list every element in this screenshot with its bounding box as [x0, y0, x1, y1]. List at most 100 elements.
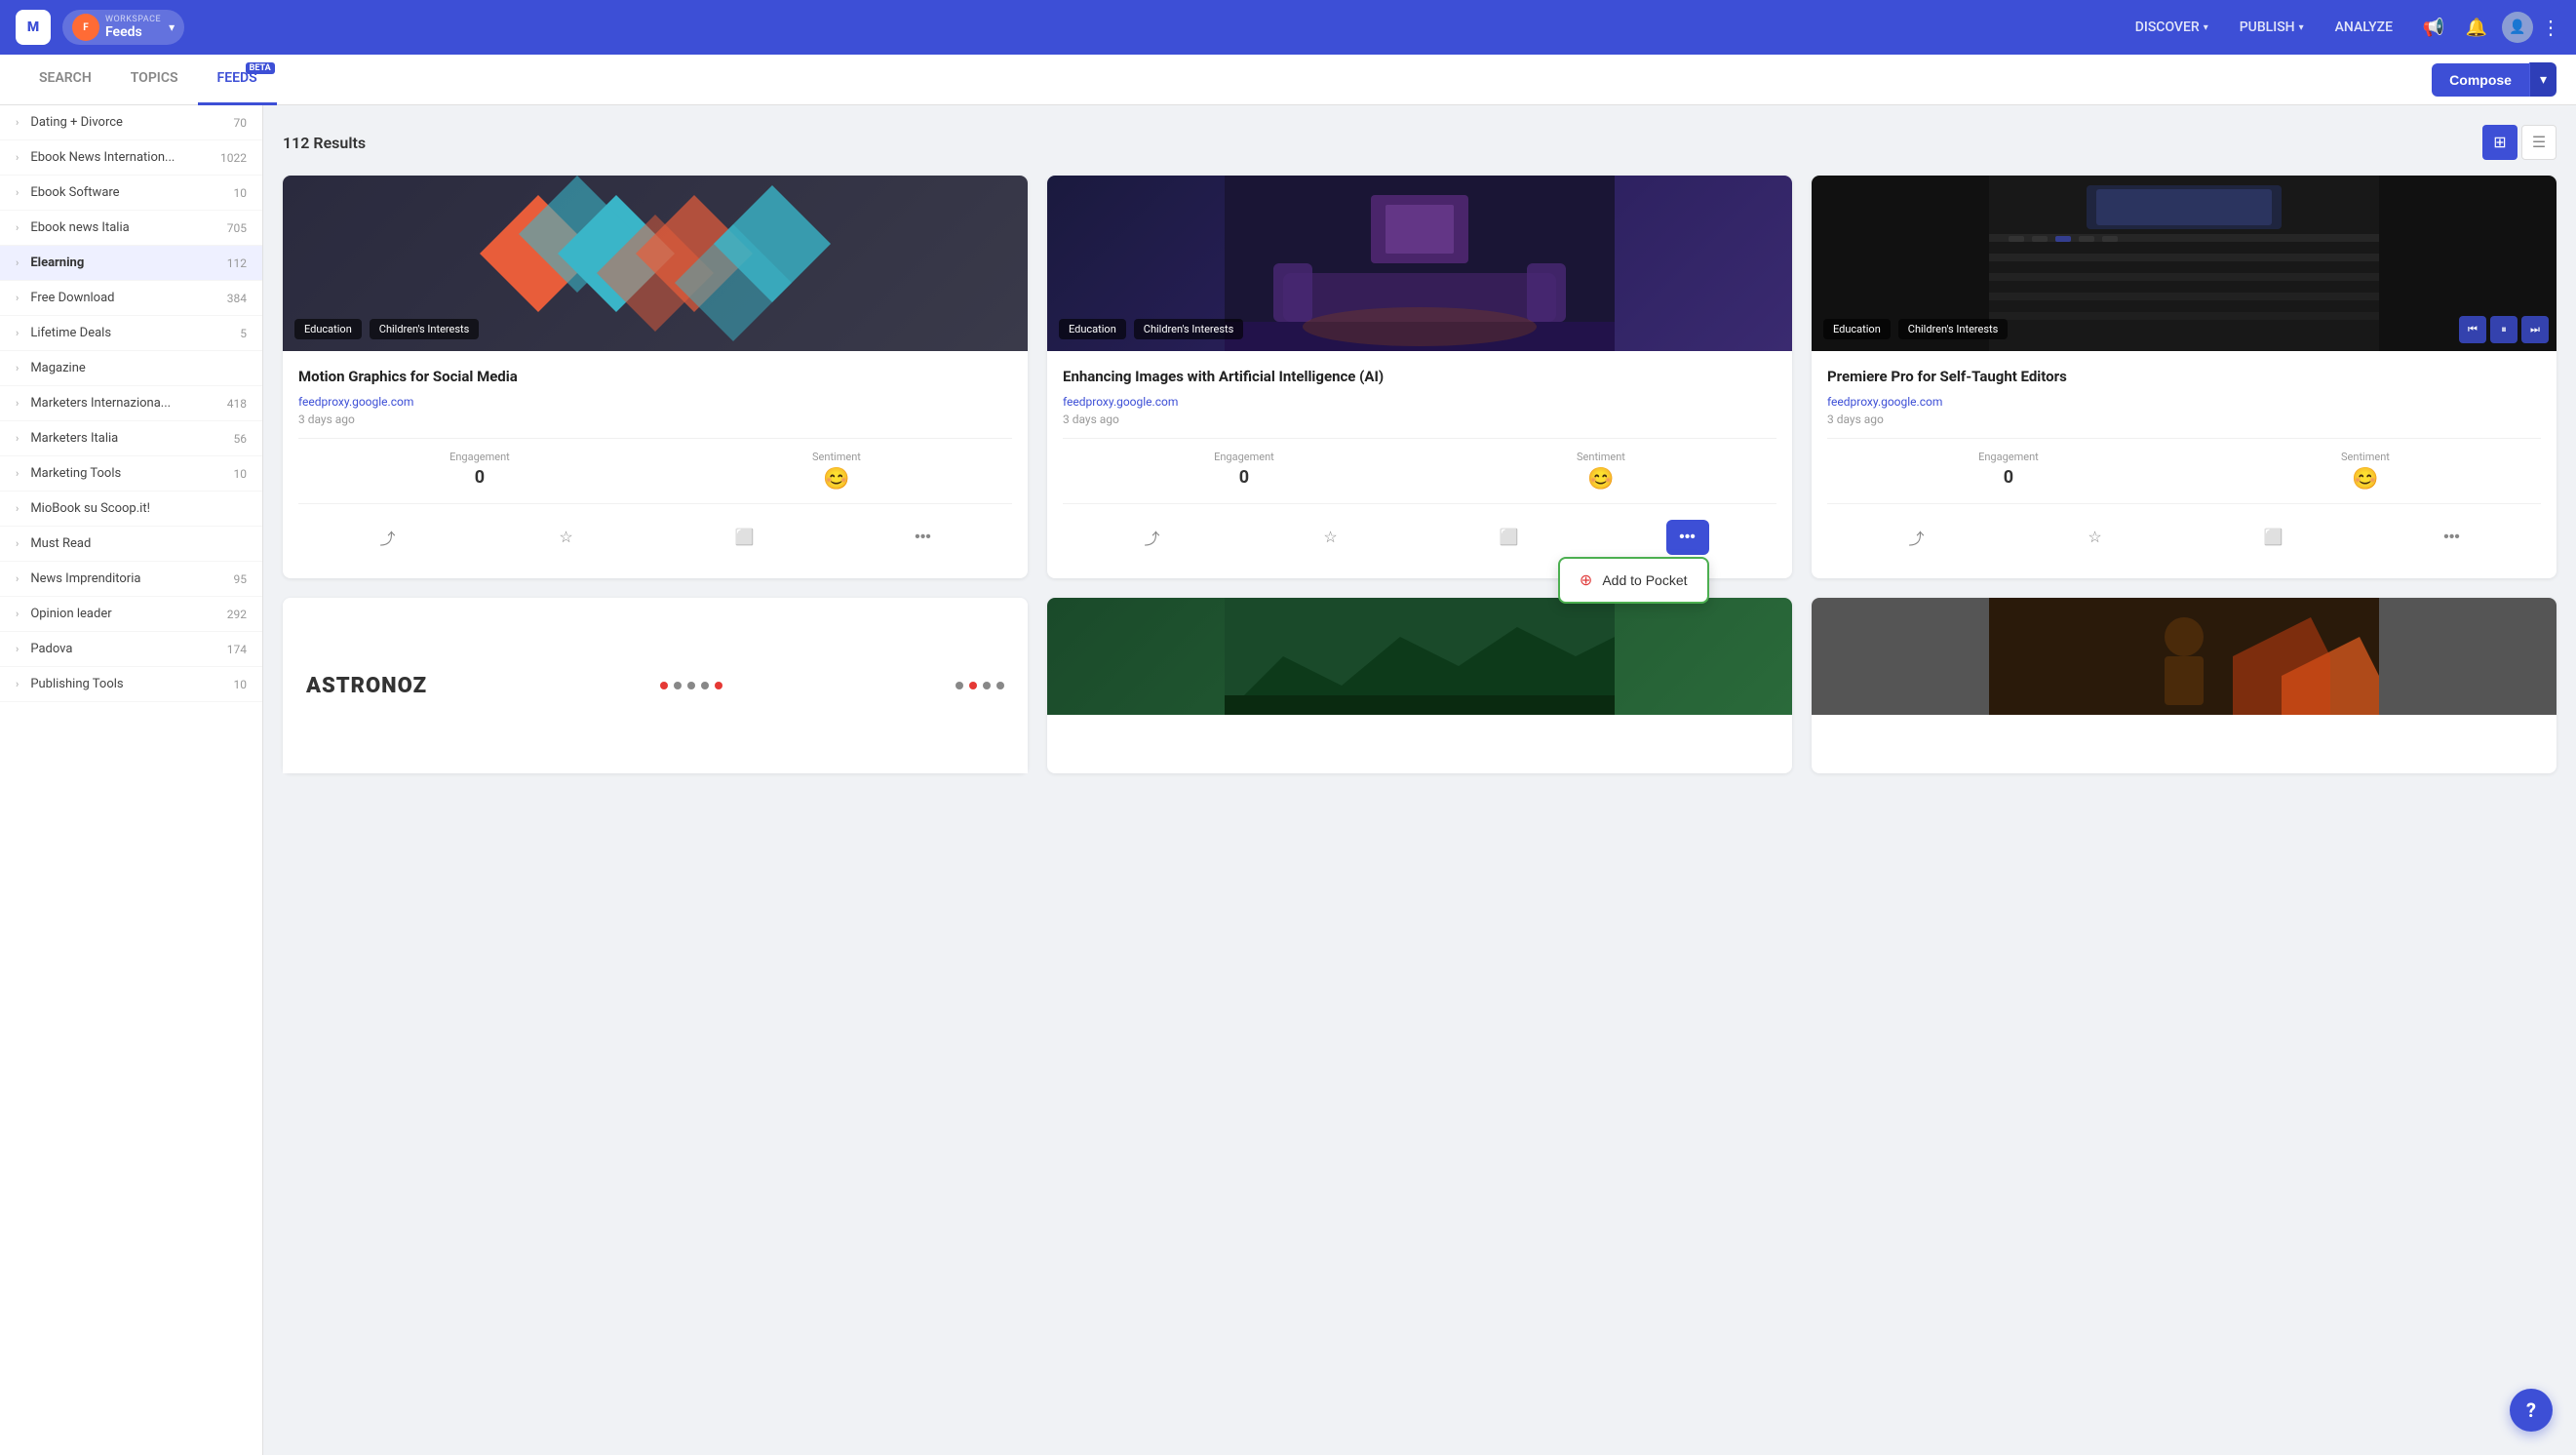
chevron-icon: ›	[16, 292, 19, 304]
compose-dropdown-button[interactable]: ▾	[2529, 62, 2556, 97]
nav-more-icon[interactable]: ⋮	[2541, 16, 2560, 39]
dot-gray-5	[983, 682, 991, 689]
chevron-icon: ›	[16, 151, 19, 164]
chevron-icon: ›	[16, 502, 19, 515]
sidebar-item-label: Marketing Tools	[30, 466, 225, 481]
card-source-2: feedproxy.google.com	[1063, 395, 1776, 409]
sidebar-item-label: Marketers Internaziona...	[30, 396, 218, 411]
help-button[interactable]: ?	[2510, 1389, 2553, 1432]
card-title-1: Motion Graphics for Social Media	[298, 367, 1012, 387]
engagement-value-3: 0	[2004, 467, 2013, 488]
sidebar-item-label: MioBook su Scoop.it!	[30, 501, 239, 516]
list-view-button[interactable]: ☰	[2521, 125, 2556, 160]
article-card-2: Education Children's Interests Enhancing…	[1047, 176, 1792, 578]
sidebar-item-ebook-software[interactable]: › Ebook Software 10	[0, 176, 262, 211]
engagement-label: Engagement	[449, 451, 510, 463]
sidebar-item-publishing-tools[interactable]: › Publishing Tools 10	[0, 667, 262, 702]
sidebar-item-ebook-news-italia[interactable]: › Ebook news Italia 705	[0, 211, 262, 246]
star-button-2[interactable]: ☆	[1309, 520, 1352, 555]
sidebar: › Dating + Divorce 70 › Ebook News Inter…	[0, 105, 263, 1455]
sidebar-item-marketers-intl[interactable]: › Marketers Internaziona... 418	[0, 386, 262, 421]
content-area: 112 Results ⊞ ☰	[263, 105, 2576, 1455]
main-navigation: DISCOVER ▾ PUBLISH ▾ ANALYZE	[2124, 14, 2404, 41]
sentiment-icon-1: 😊	[823, 467, 849, 492]
sidebar-item-lifetime-deals[interactable]: › Lifetime Deals 5	[0, 316, 262, 351]
card-title-3: Premiere Pro for Self-Taught Editors	[1827, 367, 2541, 387]
sidebar-item-count: 10	[234, 186, 248, 200]
astronoz-logo: ASTRONOZ	[306, 674, 427, 698]
discover-chevron-icon: ▾	[2204, 22, 2208, 33]
share-button-2[interactable]: ⤴	[1131, 520, 1174, 555]
prev-btn[interactable]: ⏮	[2459, 316, 2486, 343]
nav-publish[interactable]: PUBLISH ▾	[2228, 14, 2316, 41]
sidebar-item-count: 705	[227, 221, 247, 235]
sidebar-item-label: Ebook News Internation...	[30, 150, 213, 165]
sidebar-item-marketing-tools[interactable]: › Marketing Tools 10	[0, 456, 262, 492]
sidebar-item-count: 384	[227, 292, 247, 305]
chevron-icon: ›	[16, 432, 19, 445]
engagement-metric-3: Engagement 0	[1978, 451, 2039, 492]
card-metrics-2: Engagement 0 Sentiment 😊	[1063, 438, 1776, 504]
sidebar-item-label: Elearning	[30, 256, 218, 270]
dot-gray-3	[701, 682, 709, 689]
sidebar-item-dating[interactable]: › Dating + Divorce 70	[0, 105, 262, 140]
archive-button-3[interactable]: ⬜	[2252, 520, 2295, 555]
sidebar-item-opinion-leader[interactable]: › Opinion leader 292	[0, 597, 262, 632]
grid-view-button[interactable]: ⊞	[2482, 125, 2517, 160]
nav-discover[interactable]: DISCOVER ▾	[2124, 14, 2220, 41]
star-button-1[interactable]: ☆	[545, 520, 588, 555]
archive-button-1[interactable]: ⬜	[723, 520, 766, 555]
dot-gray-1	[674, 682, 682, 689]
card-metrics-1: Engagement 0 Sentiment 😊	[298, 438, 1012, 504]
engagement-label-3: Engagement	[1978, 451, 2039, 463]
play-btn[interactable]: ⏸	[2490, 316, 2517, 343]
sentiment-label: Sentiment	[812, 451, 861, 463]
card-image-1: Education Children's Interests	[283, 176, 1028, 351]
tab-search[interactable]: SEARCH	[20, 55, 111, 105]
star-button-3[interactable]: ☆	[2074, 520, 2117, 555]
sentiment-label-3: Sentiment	[2341, 451, 2390, 463]
megaphone-icon[interactable]: 📢	[2416, 10, 2451, 45]
sidebar-item-elearning[interactable]: › Elearning 112	[0, 246, 262, 281]
share-button-3[interactable]: ⤴	[1895, 520, 1938, 555]
bell-icon[interactable]: 🔔	[2459, 10, 2494, 45]
sidebar-item-padova[interactable]: › Padova 174	[0, 632, 262, 667]
sidebar-item-news-imprenditoria[interactable]: › News Imprenditoria 95	[0, 562, 262, 597]
sidebar-item-free-download[interactable]: › Free Download 384	[0, 281, 262, 316]
tab-topics[interactable]: TOPICS	[111, 55, 198, 105]
pocket-dropdown[interactable]: ⊕ Add to Pocket	[1558, 557, 1709, 604]
next-btn[interactable]: ⏭	[2521, 316, 2549, 343]
app-logo[interactable]: M	[16, 10, 51, 45]
article-card-5	[1047, 598, 1792, 773]
sidebar-item-label: News Imprenditoria	[30, 571, 225, 586]
card-image-5	[1047, 598, 1792, 715]
more-button-1[interactable]: •••	[902, 520, 945, 555]
tab-feeds[interactable]: FEEDS BETA	[198, 55, 277, 105]
workspace-selector[interactable]: F WORKSPACE Feeds ▾	[62, 10, 184, 45]
sidebar-item-miobook[interactable]: › MioBook su Scoop.it!	[0, 492, 262, 527]
sidebar-item-label: Dating + Divorce	[30, 115, 225, 130]
card-time-1: 3 days ago	[298, 413, 1012, 426]
share-button-1[interactable]: ⤴	[367, 520, 410, 555]
more-button-2[interactable]: ••• ⊕ Add to Pocket	[1666, 520, 1709, 555]
sidebar-item-magazine[interactable]: › Magazine	[0, 351, 262, 386]
compose-button[interactable]: Compose	[2432, 63, 2529, 97]
archive-button-2[interactable]: ⬜	[1488, 520, 1531, 555]
feeds-icon: F	[72, 14, 99, 41]
user-avatar[interactable]: 👤	[2502, 12, 2533, 43]
card-tags-2: Education Children's Interests	[1059, 319, 1243, 339]
nav-analyze[interactable]: ANALYZE	[2323, 14, 2404, 41]
article-card-1: Education Children's Interests Motion Gr…	[283, 176, 1028, 578]
sidebar-item-ebook-news-intl[interactable]: › Ebook News Internation... 1022	[0, 140, 262, 176]
more-button-3[interactable]: •••	[2431, 520, 2474, 555]
sidebar-item-marketers-italia[interactable]: › Marketers Italia 56	[0, 421, 262, 456]
card-tag-education: Education	[294, 319, 362, 339]
sidebar-item-label: Marketers Italia	[30, 431, 225, 446]
sentiment-metric-3: Sentiment 😊	[2341, 451, 2390, 492]
card-image-6	[1812, 598, 2556, 715]
chevron-icon: ›	[16, 572, 19, 585]
sidebar-item-must-read[interactable]: › Must Read	[0, 527, 262, 562]
chevron-icon: ›	[16, 397, 19, 410]
sidebar-item-count: 10	[234, 678, 248, 691]
sidebar-item-count: 70	[234, 116, 248, 130]
